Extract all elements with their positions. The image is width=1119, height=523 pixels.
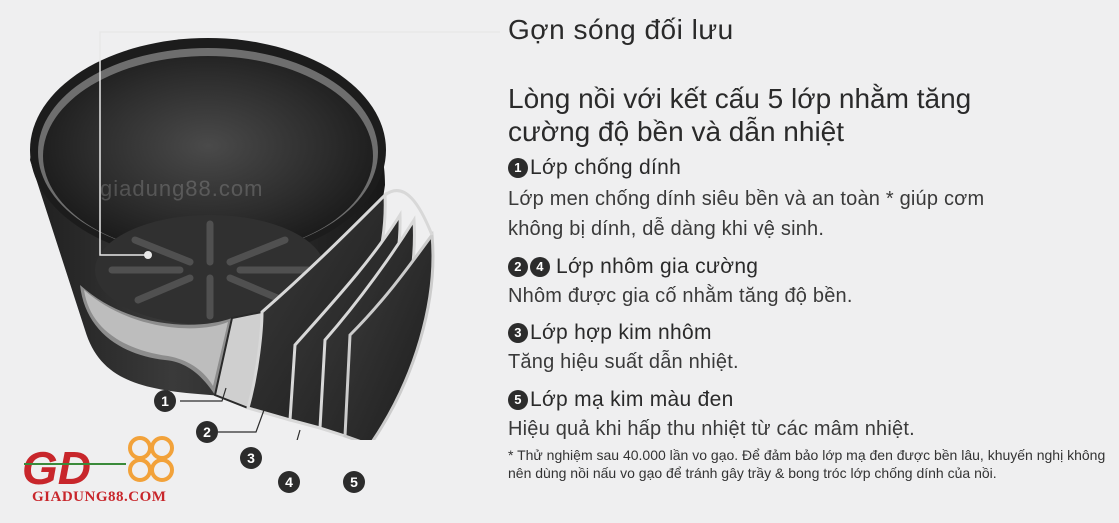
layer-number-1: 1 [508,158,528,178]
layer-block-1: 1 Lớp chống dính Lớp men chống dính siêu … [508,156,984,244]
product-infographic: giadung88.com 1 2 3 4 5 GD GIADUNG88.COM… [0,0,1119,523]
layer-desc-line: Tăng hiệu suất dẫn nhiệt. [508,351,739,373]
layer-block-3: 3 Lớp hợp kim nhôm Tăng hiệu suất dẫn nhi… [508,321,739,377]
layer-desc-line: Nhôm được gia cố nhằm tăng độ bền. [508,285,853,307]
diagram-marker-3: 3 [240,447,262,469]
main-heading-line-1: Lòng nồi với kết cấu 5 lớp nhằm tăng [508,83,972,114]
layer-title: Lớp nhôm gia cường [556,255,759,278]
layer-desc-line: không bị dính, dễ dàng khi vệ sinh. [508,218,825,240]
inner-pot-illustration [30,31,500,440]
wave-label: Gợn sóng đối lưu [508,14,734,45]
layer-desc-line: Hiệu quả khi hấp thu nhiệt từ các mâm nh… [508,418,915,440]
layer-title: Lớp hợp kim nhôm [530,321,712,344]
layer-title: Lớp chống dính [530,156,682,179]
diagram-marker-4: 4 [278,471,300,493]
layer-desc-line: Lớp men chống dính siêu bền và an toàn *… [508,188,985,210]
logo-subtext: GIADUNG88.COM [32,489,167,505]
watermark-text: giadung88.com [100,176,264,201]
diagram-marker-1: 1 [154,390,176,412]
layer-block-2: 2 4 Lớp nhôm gia cường Nhôm được gia cố nh… [508,255,853,311]
diagram-marker-2: 2 [196,421,218,443]
layer-title: Lớp mạ kim màu đen [530,388,734,411]
layer-number-5: 5 [508,390,528,410]
layer-number-3: 3 [508,323,528,343]
layer-block-5: 5 Lớp mạ kim màu đen Hiệu quả khi hấp thu… [508,388,915,444]
footnote: * Thử nghiệm sau 40.000 lần vo gạo. Để đ… [508,447,1106,481]
diagram-marker-5: 5 [343,471,365,493]
main-heading: Lòng nồi với kết cấu 5 lớp nhằm tăng cườ… [508,82,971,148]
layer-number-2: 2 [508,257,528,277]
main-heading-line-2: cường độ bền và dẫn nhiệt [508,116,845,147]
logo-mark: GD [22,442,91,494]
layer-number-4: 4 [530,257,550,277]
